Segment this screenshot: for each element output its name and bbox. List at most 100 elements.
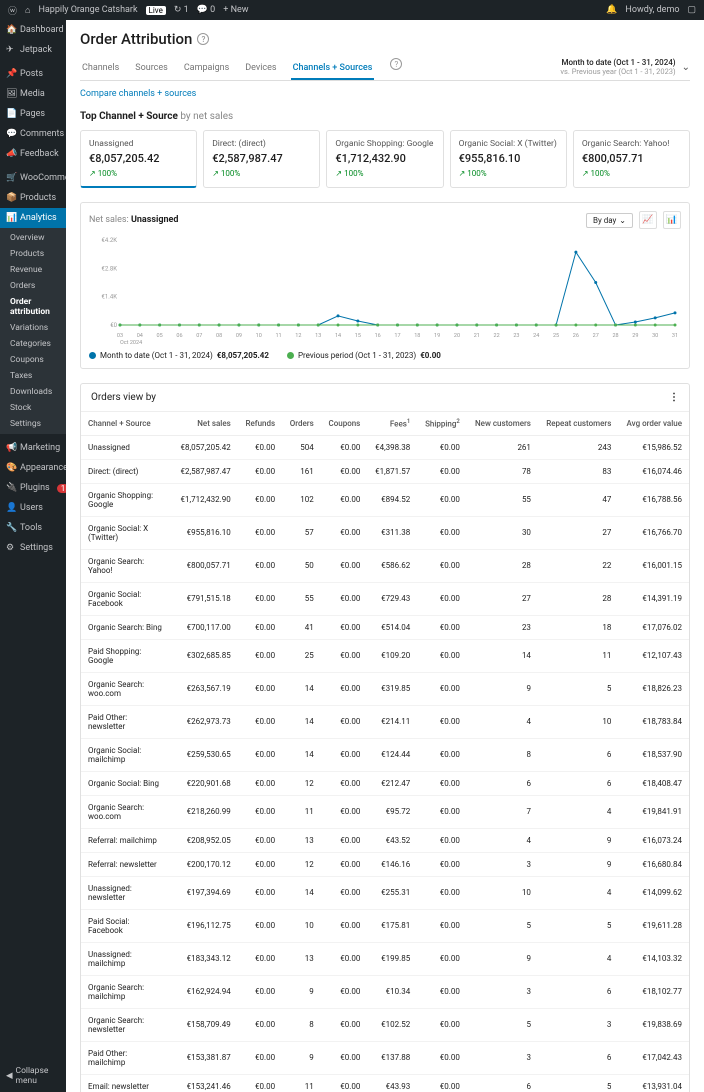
- summary-card[interactable]: Direct: (direct)€2,587,987.47↗ 100%: [203, 130, 320, 188]
- col-header[interactable]: Repeat customers: [538, 412, 618, 436]
- legend-current: Month to date (Oct 1 - 31, 2024) €8,057,…: [89, 351, 269, 360]
- legend-previous: Previous period (Oct 1 - 31, 2023) €0.00: [287, 351, 441, 360]
- submenu-variations[interactable]: Variations: [0, 320, 66, 336]
- sidebar-item-users[interactable]: 👤Users: [0, 498, 66, 518]
- svg-text:26: 26: [573, 333, 579, 339]
- table-row: Organic Search: woo.com€218,260.99€0.001…: [81, 795, 689, 828]
- submenu-order-attribution[interactable]: Order attribution: [0, 294, 66, 320]
- sidebar-item-jetpack[interactable]: ✈Jetpack: [0, 40, 66, 60]
- submenu-settings[interactable]: Settings: [0, 416, 66, 432]
- sidebar-item-media[interactable]: 🖼Media: [0, 84, 66, 104]
- top-channel-title: Top Channel + Source by net sales: [80, 111, 690, 122]
- table-row: Organic Social: mailchimp€259,530.65€0.0…: [81, 738, 689, 771]
- sidebar-item-feedback[interactable]: 📣Feedback: [0, 144, 66, 164]
- col-header[interactable]: Refunds: [238, 412, 282, 436]
- submenu-orders[interactable]: Orders: [0, 278, 66, 294]
- svg-text:03: 03: [117, 333, 123, 339]
- summary-card[interactable]: Organic Social: X (Twitter)€955,816.10↗ …: [450, 130, 567, 188]
- wp-logo-icon[interactable]: ⓦ: [8, 4, 17, 17]
- sidebar-item-tools[interactable]: 🔧Tools: [0, 518, 66, 538]
- sidebar-item-marketing[interactable]: 📢Marketing: [0, 438, 66, 458]
- submenu-overview[interactable]: Overview: [0, 230, 66, 246]
- interval-select[interactable]: By day ⌄: [586, 213, 633, 228]
- compare-link[interactable]: Compare channels + sources: [80, 89, 690, 99]
- tab-channels[interactable]: Channels: [80, 58, 121, 80]
- table-row: Organic Social: X (Twitter)€955,816.10€0…: [81, 516, 689, 549]
- svg-text:28: 28: [612, 333, 618, 339]
- help-icon[interactable]: ?: [390, 58, 402, 70]
- sidebar-item-products[interactable]: 📦Products: [0, 188, 66, 208]
- svg-text:22: 22: [494, 333, 500, 339]
- menu-icon: 📄: [6, 109, 16, 119]
- tab-devices[interactable]: Devices: [243, 58, 278, 80]
- line-chart-icon[interactable]: 📈: [639, 211, 657, 229]
- sidebar-item-appearance[interactable]: 🎨Appearance: [0, 458, 66, 478]
- svg-text:14: 14: [335, 333, 341, 339]
- col-header[interactable]: Avg order value: [618, 412, 689, 436]
- report-tabs: Channels Sources Campaigns Devices Channels …: [80, 58, 402, 80]
- tab-sources[interactable]: Sources: [133, 58, 170, 80]
- bell-icon[interactable]: 🔔: [606, 5, 617, 15]
- svg-text:20: 20: [454, 333, 460, 339]
- svg-text:09: 09: [236, 333, 242, 339]
- kebab-icon[interactable]: ⋮: [669, 392, 679, 403]
- sidebar-item-pages[interactable]: 📄Pages: [0, 104, 66, 124]
- comments-icon[interactable]: 💬 0: [197, 5, 216, 15]
- help-icon[interactable]: ?: [197, 33, 209, 45]
- submenu-categories[interactable]: Categories: [0, 336, 66, 352]
- submenu-products[interactable]: Products: [0, 246, 66, 262]
- sidebar-item-woocommerce[interactable]: 🛒WooCommerce: [0, 168, 66, 188]
- submenu-coupons[interactable]: Coupons: [0, 352, 66, 368]
- submenu-downloads[interactable]: Downloads: [0, 384, 66, 400]
- svg-text:€4.2K: €4.2K: [102, 237, 118, 244]
- table-row: Paid Other: mailchimp€153,381.87€0.009€0…: [81, 1041, 689, 1074]
- avatar-icon[interactable]: ▢: [687, 5, 696, 15]
- summary-card[interactable]: Organic Shopping: Google€1,712,432.90↗ 1…: [326, 130, 443, 188]
- page-title: Order Attribution ?: [80, 30, 690, 48]
- sidebar-item-comments[interactable]: 💬Comments: [0, 124, 66, 144]
- howdy-user[interactable]: Howdy, demo: [625, 5, 679, 15]
- collapse-menu[interactable]: ◀ Collapse menu: [0, 1060, 66, 1092]
- table-row: Unassigned: mailchimp€183,343.12€0.0013€…: [81, 942, 689, 975]
- menu-icon: 🔌: [6, 483, 16, 493]
- col-header[interactable]: Shipping2: [417, 412, 467, 436]
- refresh-icon[interactable]: ↻ 1: [174, 5, 189, 15]
- summary-card[interactable]: Organic Search: Yahoo!€800,057.71↗ 100%: [573, 130, 690, 188]
- col-header[interactable]: Coupons: [321, 412, 368, 436]
- table-row: Paid Social: Facebook€196,112.75€0.0010€…: [81, 909, 689, 942]
- svg-text:13: 13: [315, 333, 321, 339]
- tab-channels-sources[interactable]: Channels + Sources: [291, 58, 375, 80]
- site-home-icon[interactable]: ⌂: [25, 5, 30, 16]
- menu-icon: 🛒: [6, 173, 16, 183]
- chart-area: €0€1.4K€2.8K€4.2K03040506070809101112131…: [89, 235, 681, 345]
- svg-text:11: 11: [275, 333, 281, 339]
- sidebar-item-posts[interactable]: 📌Posts: [0, 64, 66, 84]
- col-header[interactable]: Orders: [282, 412, 321, 436]
- new-menu[interactable]: + New: [223, 5, 248, 15]
- admin-toolbar: ⓦ ⌂ Happily Orange Catshark Live ↻ 1 💬 0…: [0, 0, 704, 20]
- tab-campaigns[interactable]: Campaigns: [182, 58, 231, 80]
- sidebar-item-plugins[interactable]: 🔌Plugins1: [0, 478, 66, 498]
- table-row: Unassigned€8,057,205.42€0.00504€0.00€4,3…: [81, 435, 689, 459]
- submenu-taxes[interactable]: Taxes: [0, 368, 66, 384]
- col-header[interactable]: New customers: [467, 412, 538, 436]
- chart-panel: Net sales: Unassigned By day ⌄ 📈 📊 €0€1.…: [80, 202, 690, 369]
- submenu-stock[interactable]: Stock: [0, 400, 66, 416]
- sidebar-item-analytics[interactable]: 📊Analytics: [0, 208, 66, 228]
- site-name[interactable]: Happily Orange Catshark: [38, 5, 137, 15]
- chevron-down-icon: ⌄: [682, 62, 690, 73]
- col-header[interactable]: Fees1: [367, 412, 417, 436]
- submenu-revenue[interactable]: Revenue: [0, 262, 66, 278]
- col-header[interactable]: Channel + Source: [81, 412, 172, 436]
- date-range-picker[interactable]: Month to date (Oct 1 - 31, 2024) vs. Pre…: [560, 58, 690, 80]
- bar-chart-icon[interactable]: 📊: [663, 211, 681, 229]
- summary-card[interactable]: Unassigned€8,057,205.42↗ 100%: [80, 130, 197, 188]
- sidebar-item-dashboard[interactable]: 🏠Dashboard: [0, 20, 66, 40]
- collapse-icon: ◀: [6, 1071, 13, 1081]
- menu-icon: 📌: [6, 69, 16, 79]
- col-header[interactable]: Net sales: [172, 412, 237, 436]
- svg-text:04: 04: [137, 333, 143, 339]
- summary-cards: Unassigned€8,057,205.42↗ 100%Direct: (di…: [80, 130, 690, 188]
- sidebar-item-settings[interactable]: ⚙Settings: [0, 538, 66, 558]
- table-row: Organic Search: mailchimp€162,924.94€0.0…: [81, 975, 689, 1008]
